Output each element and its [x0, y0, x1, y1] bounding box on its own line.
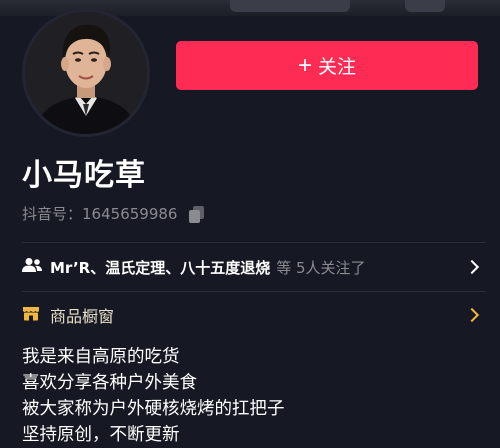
shop-window-row[interactable]: 商品橱窗 [22, 291, 485, 339]
chevron-right-icon [464, 259, 480, 275]
shop-window-label: 商品橱窗 [50, 307, 115, 326]
account-id-label: 抖音号： [22, 205, 83, 223]
avatar[interactable] [22, 9, 150, 137]
bio: 我是来自高原的吃货 喜欢分享各种户外美食 被大家称为户外硬核烧烤的扛把子 坚持原… [22, 344, 285, 448]
people-icon [22, 257, 42, 277]
mutual-followers-row[interactable]: Mr’R、温氏定理、八十五度退烧 等 5人关注了 [22, 243, 485, 291]
header-background-shape [405, 0, 445, 12]
avatar-portrait [25, 12, 147, 134]
bio-line: 喜欢分享各种户外美食 [22, 373, 197, 393]
bio-line: 我是来自高原的吃货 [22, 347, 180, 367]
account-id-value: 1645659986 [82, 204, 178, 223]
follow-button[interactable]: + 关注 [176, 41, 478, 90]
account-id-row: 抖音号： 1645659986 [22, 203, 207, 224]
shop-icon [22, 304, 40, 326]
bio-line: 被大家称为户外硬核烧烤的扛把子 [22, 399, 285, 419]
header-background-shape [230, 0, 350, 12]
chevron-right-icon [464, 307, 480, 323]
profile-name: 小马吃草 [22, 158, 146, 193]
mutual-followers-suffix: 等 5人关注了 [276, 258, 366, 277]
follow-button-label: 关注 [318, 57, 357, 78]
bio-line: 坚持原创，不断更新 [22, 425, 180, 445]
plus-icon: + [297, 51, 312, 79]
mutual-followers-names: Mr’R、温氏定理、八十五度退烧 [50, 258, 271, 277]
copy-icon[interactable] [187, 204, 207, 224]
